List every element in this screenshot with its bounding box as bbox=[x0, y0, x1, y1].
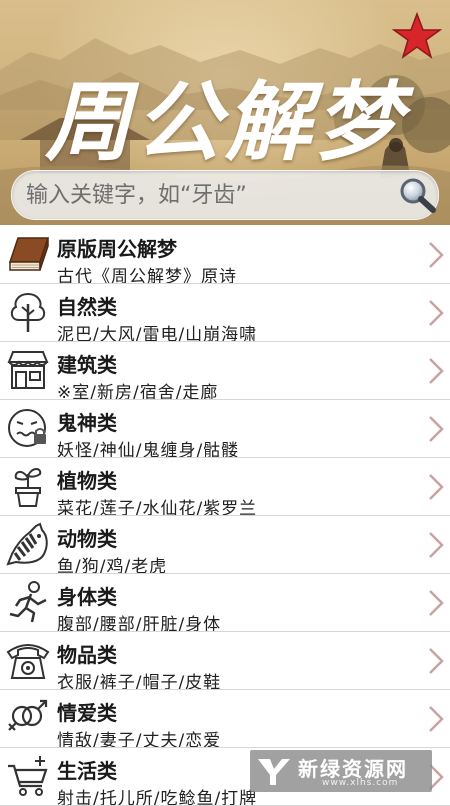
shopping-cart-icon bbox=[8, 756, 48, 796]
category-item-body[interactable]: 身体类 腹部/腰部/肝脏/身体 bbox=[0, 574, 450, 632]
category-list: 原版周公解梦 古代《周公解梦》原诗 自然类 泥巴/大风/雷电/山崩海啸 建筑类 … bbox=[0, 226, 450, 806]
category-item-animal[interactable]: 动物类 鱼/狗/鸡/老虎 bbox=[0, 516, 450, 574]
category-subtitle: 古代《周公解梦》原诗 bbox=[57, 267, 237, 284]
category-title: 物品类 bbox=[57, 643, 117, 667]
category-subtitle: 妖怪/神仙/鬼缠身/骷髅 bbox=[57, 441, 240, 458]
watermark-logo-icon bbox=[258, 759, 290, 785]
category-title: 情爱类 bbox=[57, 701, 117, 725]
category-item-love[interactable]: 情爱类 情敌/妻子/丈夫/恋爱 bbox=[0, 690, 450, 748]
category-subtitle: 衣服/裤子/帽子/皮鞋 bbox=[57, 673, 222, 690]
category-item-nature[interactable]: 自然类 泥巴/大风/雷电/山崩海啸 bbox=[0, 284, 450, 342]
category-subtitle: ※室/新房/宿舍/走廊 bbox=[57, 383, 219, 400]
category-title: 建筑类 bbox=[57, 353, 117, 377]
chevron-right-icon bbox=[429, 532, 444, 558]
category-subtitle: 菜花/莲子/水仙花/紫罗兰 bbox=[57, 499, 258, 516]
category-title: 植物类 bbox=[57, 469, 117, 493]
category-title: 生活类 bbox=[57, 759, 117, 783]
watermark-badge: 新绿资源网 www.xlhs.com bbox=[250, 750, 432, 792]
app-title: 周公解梦 bbox=[45, 72, 405, 173]
category-subtitle: 鱼/狗/鸡/老虎 bbox=[57, 557, 168, 574]
tree-icon bbox=[10, 292, 46, 332]
search-input[interactable] bbox=[26, 177, 386, 213]
chevron-right-icon bbox=[429, 242, 444, 268]
category-subtitle: 情敌/妻子/丈夫/恋爱 bbox=[57, 731, 222, 748]
category-title: 身体类 bbox=[57, 585, 117, 609]
search-bar bbox=[11, 170, 439, 220]
category-title: 动物类 bbox=[57, 527, 117, 551]
category-title: 鬼神类 bbox=[57, 411, 117, 435]
gender-icon bbox=[8, 699, 48, 731]
category-title: 自然类 bbox=[57, 295, 117, 319]
magnifier-icon[interactable] bbox=[397, 176, 437, 214]
category-item-ghost[interactable]: 鬼神类 妖怪/神仙/鬼缠身/骷髅 bbox=[0, 400, 450, 458]
category-subtitle: 射击/托儿所/吃鲶鱼/打牌 bbox=[57, 789, 258, 806]
telephone-icon bbox=[6, 644, 50, 679]
star-icon[interactable] bbox=[392, 12, 442, 60]
chevron-right-icon bbox=[429, 474, 444, 500]
chevron-right-icon bbox=[429, 416, 444, 442]
category-item-building[interactable]: 建筑类 ※室/新房/宿舍/走廊 bbox=[0, 342, 450, 400]
chevron-right-icon bbox=[429, 706, 444, 732]
category-item-object[interactable]: 物品类 衣服/裤子/帽子/皮鞋 bbox=[0, 632, 450, 690]
watermark-url: www.xlhs.com bbox=[322, 778, 399, 788]
category-title: 原版周公解梦 bbox=[57, 237, 177, 261]
shop-icon bbox=[7, 351, 49, 389]
chevron-right-icon bbox=[429, 300, 444, 326]
ghost-face-icon bbox=[8, 409, 46, 447]
category-item-plant[interactable]: 植物类 菜花/莲子/水仙花/紫罗兰 bbox=[0, 458, 450, 516]
chevron-right-icon bbox=[429, 590, 444, 616]
category-subtitle: 腹部/腰部/肝脏/身体 bbox=[57, 615, 222, 632]
book-icon bbox=[8, 237, 50, 271]
category-subtitle: 泥巴/大风/雷电/山崩海啸 bbox=[57, 325, 258, 342]
header-banner: 周公解梦 bbox=[0, 0, 450, 225]
zebra-icon bbox=[6, 522, 48, 566]
category-item-original[interactable]: 原版周公解梦 古代《周公解梦》原诗 bbox=[0, 226, 450, 284]
running-person-icon bbox=[9, 581, 47, 623]
potted-plant-icon bbox=[14, 468, 42, 507]
chevron-right-icon bbox=[429, 648, 444, 674]
chevron-right-icon bbox=[429, 358, 444, 384]
